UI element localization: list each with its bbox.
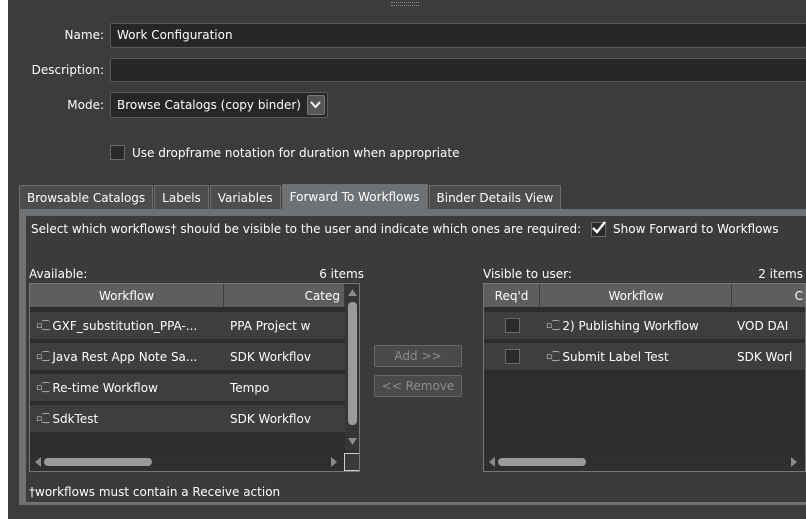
- chevron-down-icon[interactable]: [306, 95, 325, 115]
- add-button[interactable]: Add >>: [374, 345, 462, 367]
- tab-label: Forward To Workflows: [289, 190, 420, 204]
- visible-table-header: Req'd Workflow C: [484, 284, 805, 307]
- column-header-category[interactable]: Categ: [225, 284, 345, 307]
- show-forward-checkbox[interactable]: [591, 221, 606, 237]
- scroll-down-icon[interactable]: [345, 436, 360, 448]
- workflow-icon: ▫⁐: [36, 351, 50, 362]
- workflow-name: 2) Publishing Workflow: [562, 318, 699, 333]
- panel-content: Select which workflows† should be visibl…: [26, 216, 806, 502]
- workflow-category: SDK Workflov: [230, 411, 311, 426]
- table-row[interactable]: ▫⁐ GXF_substitution_PPA-... PPA Project w: [30, 312, 345, 339]
- scrollbar-thumb[interactable]: [498, 458, 586, 466]
- available-horizontal-scrollbar[interactable]: [30, 453, 343, 471]
- workflow-icon: ▫⁐: [36, 413, 50, 424]
- mode-select[interactable]: Browse Catalogs (copy binder): [110, 92, 328, 118]
- instruction-text: Select which workflows† should be visibl…: [31, 222, 582, 236]
- workflow-name: GXF_substitution_PPA-...: [52, 318, 198, 333]
- available-table: Workflow Categ ▫⁐ GXF_substitution_PPA-..…: [29, 283, 360, 472]
- name-field[interactable]: Work Configuration: [110, 23, 806, 48]
- scrollbar-thumb[interactable]: [348, 302, 357, 425]
- tab-forward-to-workflows[interactable]: Forward To Workflows: [281, 184, 428, 209]
- visible-table: Req'd Workflow C ▫⁐ 2) Publishing Workflo…: [483, 283, 806, 472]
- tab-binder-details-view[interactable]: Binder Details View: [428, 185, 562, 209]
- scroll-right-icon[interactable]: [788, 453, 800, 471]
- resize-grip[interactable]: [391, 2, 419, 6]
- mode-label: Mode:: [8, 98, 104, 112]
- workflow-icon: ▫⁐: [546, 320, 560, 331]
- tab-labels[interactable]: Labels: [154, 185, 209, 209]
- configuration-window: Name: Work Configuration Description: Mo…: [8, 0, 806, 519]
- workflow-icon: ▫⁐: [546, 351, 560, 362]
- description-label-text: Description:: [31, 63, 104, 77]
- table-row[interactable]: ▫⁐ Re-time Workflow Tempo: [30, 374, 345, 401]
- scrollbar-thumb[interactable]: [44, 458, 152, 466]
- scroll-left-icon[interactable]: [486, 453, 498, 471]
- workflow-category: SDK Workflov: [230, 349, 311, 364]
- available-vertical-scrollbar[interactable]: [345, 284, 360, 451]
- tab-label: Binder Details View: [436, 190, 554, 205]
- remove-button[interactable]: << Remove: [374, 375, 462, 397]
- description-field[interactable]: [110, 58, 806, 82]
- visible-count: 2 items: [758, 267, 803, 281]
- scroll-right-icon[interactable]: [328, 453, 340, 471]
- footnote-text: †workflows must contain a Receive action: [29, 485, 281, 499]
- mode-value: Browse Catalogs (copy binder): [117, 98, 301, 112]
- tab-label: Browsable Catalogs: [27, 190, 146, 205]
- forward-to-workflows-panel: Select which workflows† should be visibl…: [19, 209, 806, 505]
- table-row[interactable]: ▫⁐ 2) Publishing Workflow VOD DAI: [484, 312, 805, 339]
- name-label: Name:: [8, 28, 104, 42]
- available-label: Available:: [29, 267, 88, 281]
- workflow-name: SdkTest: [52, 411, 99, 426]
- dropframe-checkbox[interactable]: [110, 145, 125, 160]
- tab-bar: Browsable Catalogs Labels Variables Forw…: [19, 184, 562, 210]
- tab-browsable-catalogs[interactable]: Browsable Catalogs: [19, 185, 154, 209]
- scroll-up-icon[interactable]: [345, 286, 360, 298]
- table-row[interactable]: ▫⁐ SdkTest SDK Workflov: [30, 405, 345, 432]
- column-header-required[interactable]: Req'd: [484, 284, 540, 307]
- workflow-name: Submit Label Test: [562, 349, 669, 364]
- workflow-category: PPA Project w: [230, 318, 311, 333]
- tab-label: Labels: [162, 190, 201, 205]
- scroll-left-icon[interactable]: [32, 453, 44, 471]
- visible-label: Visible to user:: [483, 267, 572, 281]
- visible-horizontal-scrollbar[interactable]: [484, 453, 805, 471]
- workflow-icon: ▫⁐: [36, 382, 50, 393]
- checkmark-icon: [592, 221, 606, 234]
- column-header-workflow[interactable]: Workflow: [541, 284, 732, 307]
- mode-label-text: Mode:: [67, 98, 104, 112]
- name-value: Work Configuration: [117, 28, 233, 42]
- table-row[interactable]: ▫⁐ Submit Label Test SDK Worl: [484, 343, 805, 370]
- table-row[interactable]: ▫⁐ Java Rest App Note Sa... SDK Workflov: [30, 343, 345, 370]
- workflow-icon: ▫⁐: [36, 320, 50, 331]
- tab-label: Variables: [217, 190, 273, 205]
- column-header-workflow[interactable]: Workflow: [30, 284, 224, 307]
- workflow-name: Re-time Workflow: [52, 380, 158, 395]
- required-checkbox[interactable]: [505, 349, 520, 364]
- available-table-header: Workflow Categ: [30, 284, 345, 307]
- column-header-category[interactable]: C: [733, 284, 805, 307]
- scrollbar-corner: [344, 453, 359, 471]
- name-label-text: Name:: [64, 28, 104, 42]
- workflow-category: SDK Worl: [737, 349, 793, 364]
- workflow-category: VOD DAI: [737, 318, 789, 333]
- required-checkbox[interactable]: [505, 318, 520, 333]
- workflow-name: Java Rest App Note Sa...: [52, 349, 198, 364]
- available-count: 6 items: [319, 267, 364, 281]
- show-forward-label: Show Forward to Workflows: [613, 222, 779, 236]
- dropframe-label: Use dropframe notation for duration when…: [132, 146, 460, 160]
- workflow-category: Tempo: [230, 380, 270, 395]
- description-label: Description:: [8, 63, 104, 77]
- tab-variables[interactable]: Variables: [209, 185, 281, 209]
